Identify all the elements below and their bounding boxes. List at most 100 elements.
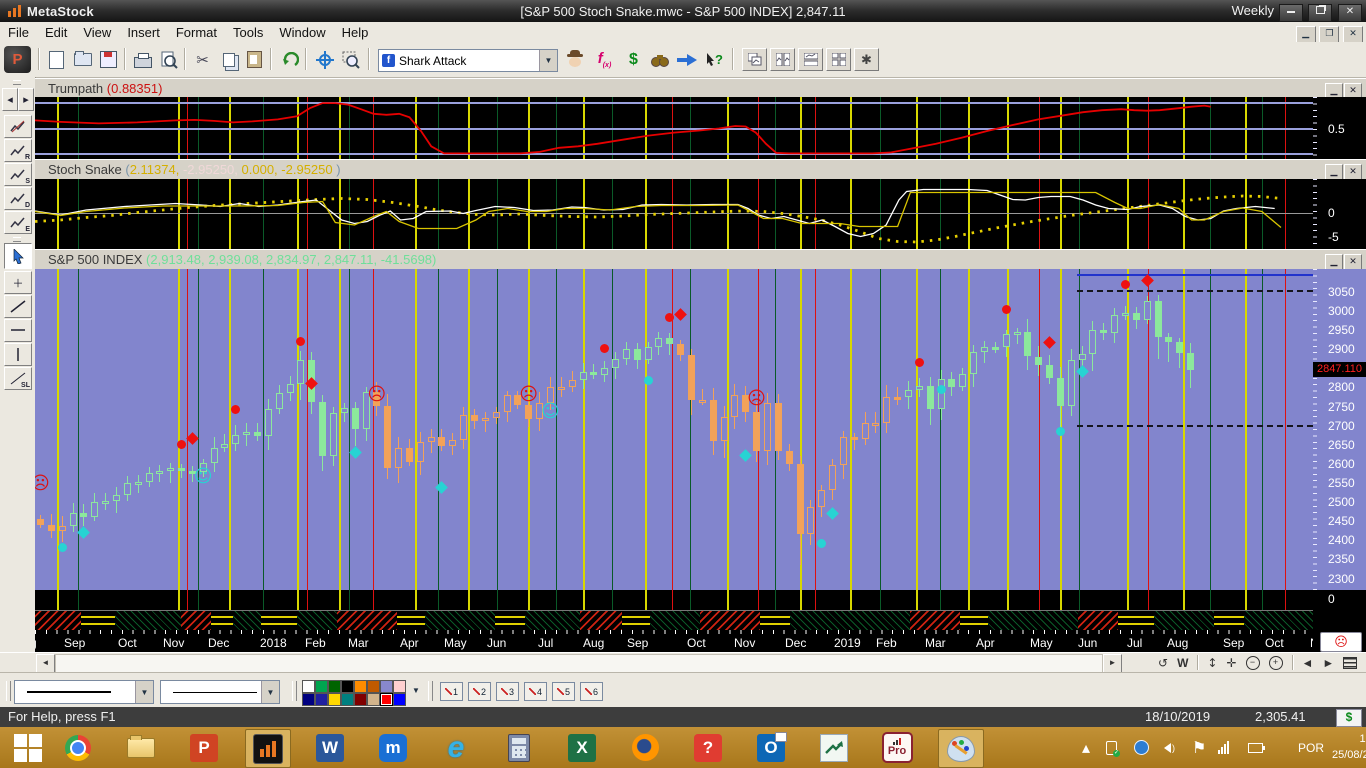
color-swatch[interactable] xyxy=(341,680,354,693)
cascade-windows-button[interactable] xyxy=(742,48,767,71)
system-tester-button[interactable]: $ xyxy=(621,47,646,72)
taskbar-metastock-icon[interactable] xyxy=(245,729,291,768)
open-button[interactable] xyxy=(70,47,95,72)
panel-close-button[interactable]: ✕ xyxy=(1344,254,1362,270)
page-left-button[interactable]: ◄ xyxy=(1302,656,1314,670)
toolbar-handle[interactable] xyxy=(13,237,21,242)
child-minimize-button[interactable]: ▁ xyxy=(1296,26,1316,43)
support-resistance-tool[interactable]: SL xyxy=(4,367,32,390)
menu-insert[interactable]: Insert xyxy=(119,23,168,42)
color-swatch[interactable] xyxy=(315,693,328,706)
taskbar-chrome-icon[interactable] xyxy=(56,729,100,766)
taskbar-metastock-pro-icon[interactable]: Pro xyxy=(875,729,919,766)
restore-button[interactable] xyxy=(1308,4,1332,22)
taskbar-maxthon-icon[interactable]: m xyxy=(371,729,415,766)
template-dropdown-arrow[interactable]: ▼ xyxy=(539,50,557,71)
scroll-left-button[interactable]: ◂ xyxy=(2,88,18,111)
tile-horizontal-button[interactable] xyxy=(798,48,823,71)
menu-edit[interactable]: Edit xyxy=(37,23,75,42)
layout-template-select[interactable]: f Shark Attack ▼ xyxy=(378,49,558,72)
color-swatch[interactable] xyxy=(380,680,393,693)
color-swatch[interactable] xyxy=(367,680,380,693)
expert-sad-face-button[interactable]: ☹ xyxy=(1320,632,1362,652)
stoch-chart[interactable] xyxy=(35,179,1313,249)
indicator-tool-D[interactable]: D xyxy=(4,187,32,210)
line-weight-dropdown-arrow[interactable]: ▼ xyxy=(135,681,153,703)
paste-button[interactable] xyxy=(242,47,267,72)
weekly-button[interactable]: W xyxy=(1177,656,1188,670)
color-swatch[interactable] xyxy=(393,680,406,693)
scroll-right-button[interactable]: ▸ xyxy=(18,88,34,111)
tray-language[interactable]: POR xyxy=(1298,727,1324,768)
taskbar-powerpoint-icon[interactable]: P xyxy=(182,729,226,766)
color-swatch[interactable] xyxy=(302,680,315,693)
page-right-button[interactable]: ► xyxy=(1322,656,1334,670)
zoom-out-button[interactable]: − xyxy=(1246,656,1260,670)
indicator-tool-1[interactable] xyxy=(4,115,32,138)
print-button[interactable] xyxy=(130,47,155,72)
tray-network-icon[interactable] xyxy=(1134,727,1149,768)
trendline-tool[interactable] xyxy=(4,295,32,318)
zoom-in-button[interactable]: + xyxy=(1269,656,1283,670)
context-help-button[interactable]: ? xyxy=(702,47,727,72)
zoom-area-button[interactable] xyxy=(338,47,363,72)
indicator-tool-S[interactable]: S xyxy=(4,163,32,186)
crosshair-button[interactable] xyxy=(312,47,337,72)
taskbar-export-icon[interactable] xyxy=(812,729,856,766)
panel-minimize-button[interactable]: ▁ xyxy=(1325,254,1343,270)
color-swatch[interactable] xyxy=(328,680,341,693)
color-swatch[interactable] xyxy=(302,693,315,706)
tile-vertical-button[interactable] xyxy=(770,48,795,71)
color-swatch[interactable] xyxy=(315,680,328,693)
trumpath-chart[interactable] xyxy=(35,97,1313,159)
tile-grid-button[interactable] xyxy=(826,48,851,71)
chart-button-5[interactable]: 5 xyxy=(552,682,575,701)
scrollbar-right-arrow[interactable]: ► xyxy=(1103,654,1122,673)
save-button[interactable] xyxy=(96,47,121,72)
taskbar-help-icon[interactable]: ? xyxy=(686,729,730,766)
start-button[interactable] xyxy=(6,729,50,766)
forecaster-button[interactable] xyxy=(674,47,699,72)
menu-window[interactable]: Window xyxy=(271,23,333,42)
minimize-button[interactable] xyxy=(1279,4,1303,22)
color-swatch[interactable] xyxy=(367,693,380,706)
copy-button[interactable] xyxy=(216,47,241,72)
color-swatch[interactable] xyxy=(341,693,354,706)
horizontal-line-tool[interactable] xyxy=(4,319,32,342)
tray-usb-icon[interactable]: ✓ xyxy=(1106,727,1117,768)
chart-list-button[interactable] xyxy=(1343,657,1357,669)
menu-help[interactable]: Help xyxy=(334,23,377,42)
power-console-button[interactable]: P xyxy=(4,46,31,73)
print-preview-button[interactable] xyxy=(156,47,181,72)
menu-view[interactable]: View xyxy=(75,23,119,42)
palette-dropdown-arrow[interactable]: ▼ xyxy=(412,686,420,695)
line-weight-select[interactable]: ▼ xyxy=(14,680,154,704)
chart-button-6[interactable]: 6 xyxy=(580,682,603,701)
taskbar-ie-icon[interactable]: e xyxy=(434,729,478,766)
new-button[interactable] xyxy=(44,47,69,72)
menu-format[interactable]: Format xyxy=(168,23,225,42)
toolbar-handle[interactable] xyxy=(13,80,21,85)
child-restore-button[interactable]: ❐ xyxy=(1319,26,1339,43)
line-style-select[interactable]: ▼ xyxy=(160,680,280,704)
taskbar-calculator-icon[interactable] xyxy=(497,729,541,766)
child-close-button[interactable]: ✕ xyxy=(1343,26,1363,43)
scrollbar-left-arrow[interactable]: ◄ xyxy=(36,654,55,673)
vertical-line-tool[interactable] xyxy=(4,343,32,366)
pointer-tool[interactable] xyxy=(4,243,32,269)
line-style-dropdown-arrow[interactable]: ▼ xyxy=(261,681,279,703)
color-swatch[interactable] xyxy=(393,693,406,706)
price-chart[interactable]: ☹☺☹☹☺☹ xyxy=(35,269,1313,590)
taskbar-explorer-icon[interactable] xyxy=(119,729,163,766)
tray-clock[interactable]: 18:13 25/08/2019 xyxy=(1332,727,1366,768)
tray-flag-icon[interactable]: ⚑ xyxy=(1192,727,1206,768)
expert-advisor-button[interactable] xyxy=(562,47,587,72)
vertical-scale-button[interactable]: ↕ xyxy=(1207,656,1217,670)
money-management-button[interactable]: $ xyxy=(1336,709,1362,727)
options-button[interactable]: ✱ xyxy=(854,48,879,71)
taskbar-word-icon[interactable]: W xyxy=(308,729,352,766)
pan-button[interactable]: ✛ xyxy=(1226,656,1236,670)
tray-volume-icon[interactable]: ) xyxy=(1164,727,1175,768)
stoch-panel-header[interactable]: Stoch Snake ( 2.11374, -2.95250, 0.000, … xyxy=(35,159,1366,180)
explorer-button[interactable] xyxy=(647,47,672,72)
